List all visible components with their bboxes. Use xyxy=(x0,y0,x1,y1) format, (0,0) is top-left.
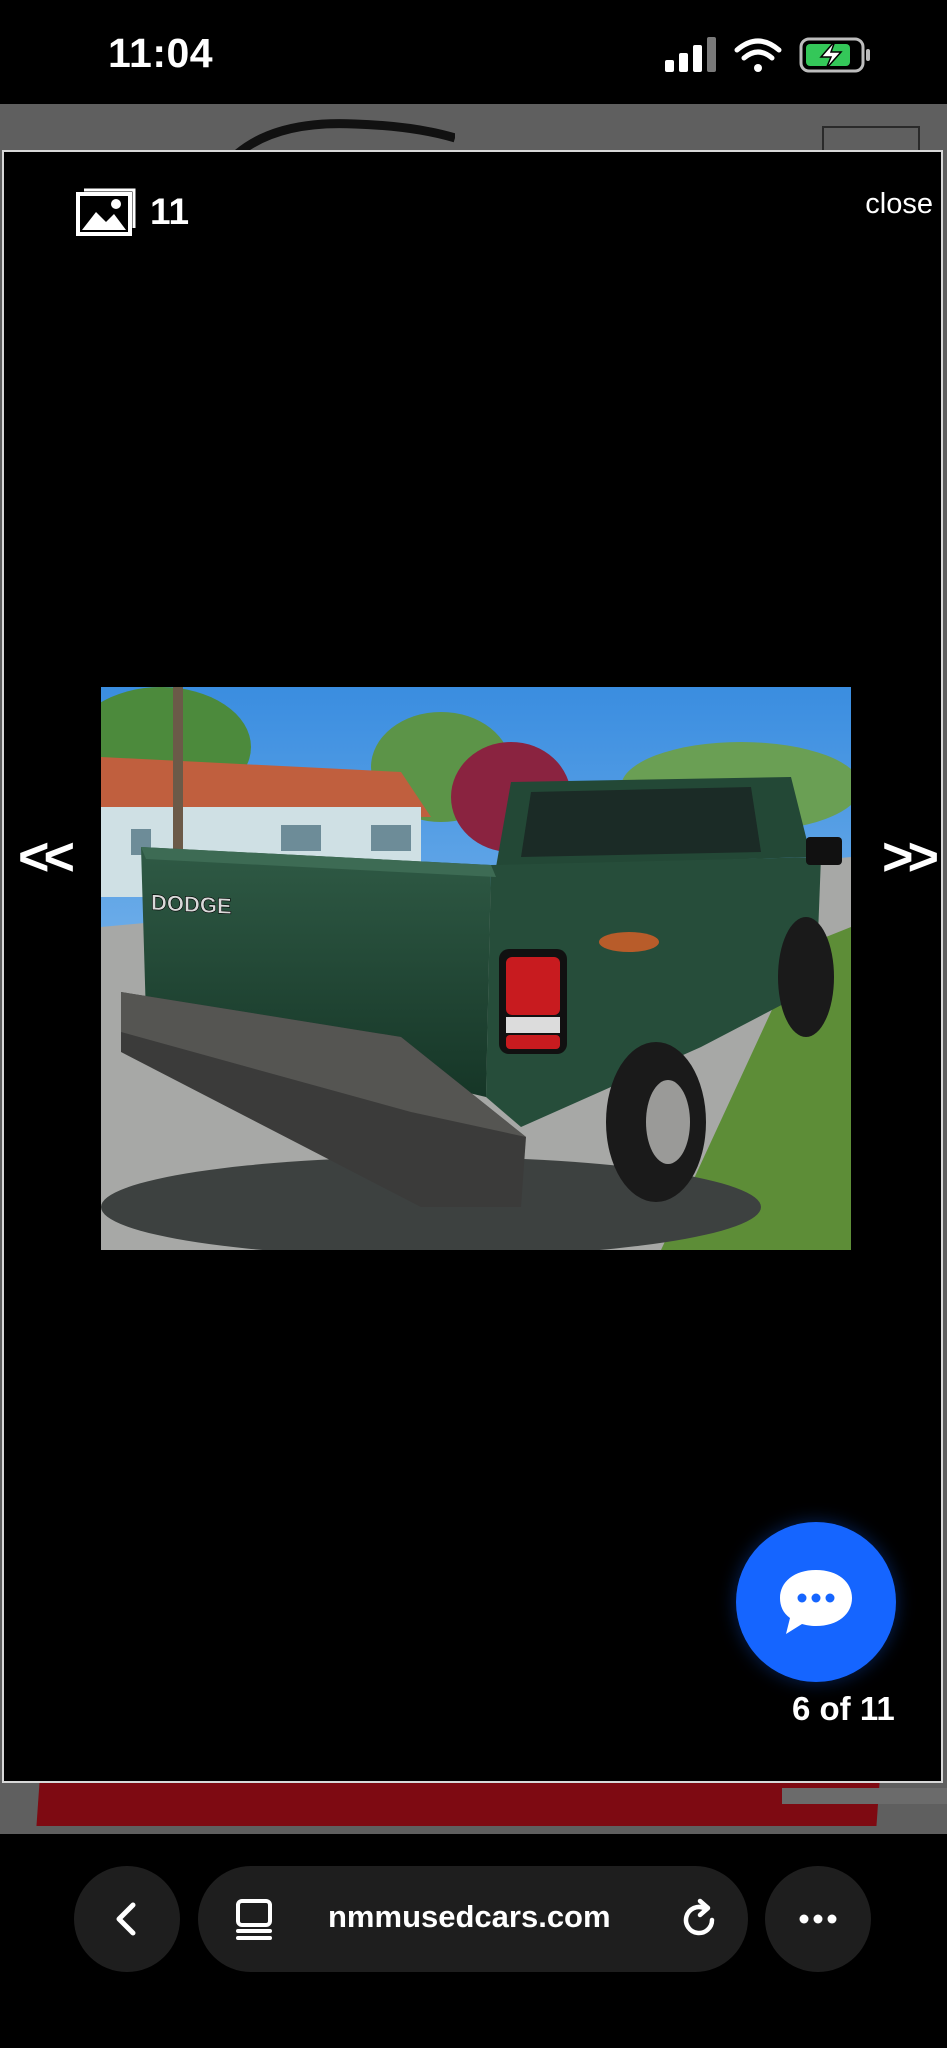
browser-toolbar: nmmusedcars.com xyxy=(0,1834,947,2048)
status-bar: 11:04 xyxy=(0,0,947,104)
photo-count: 11 xyxy=(76,188,189,236)
ellipsis-icon xyxy=(799,1914,837,1924)
gallery-icon xyxy=(76,188,136,236)
battery-charging-icon xyxy=(799,37,870,73)
background-red-banner xyxy=(36,1782,880,1826)
chat-bubble-icon xyxy=(780,1570,852,1634)
address-bar[interactable]: nmmusedcars.com xyxy=(198,1866,748,1972)
status-icons xyxy=(665,36,875,76)
close-button[interactable]: close xyxy=(865,188,933,221)
cellular-signal-icon xyxy=(665,37,716,72)
url-text: nmmusedcars.com xyxy=(328,1899,611,1934)
chat-button[interactable] xyxy=(736,1522,896,1682)
chevron-left-icon xyxy=(116,1902,136,1936)
wifi-icon xyxy=(734,38,782,72)
more-button[interactable] xyxy=(765,1866,871,1972)
status-time: 11:04 xyxy=(108,30,214,76)
reload-icon[interactable] xyxy=(680,1898,720,1940)
photo-count-value: 11 xyxy=(150,191,190,232)
previous-photo-button[interactable]: << xyxy=(18,830,75,884)
next-photo-button[interactable]: >> xyxy=(882,830,939,884)
vehicle-photo: DODGE xyxy=(101,687,851,1250)
back-button[interactable] xyxy=(74,1866,180,1972)
page-icon xyxy=(236,1899,272,1940)
background-panel xyxy=(782,1788,947,1804)
slide-counter: 6 of 11 xyxy=(792,1690,895,1727)
tailgate-badge: DODGE xyxy=(151,890,232,919)
photo-lightbox: 11 close << >> DODGE 6 of 11 xyxy=(2,150,943,1783)
